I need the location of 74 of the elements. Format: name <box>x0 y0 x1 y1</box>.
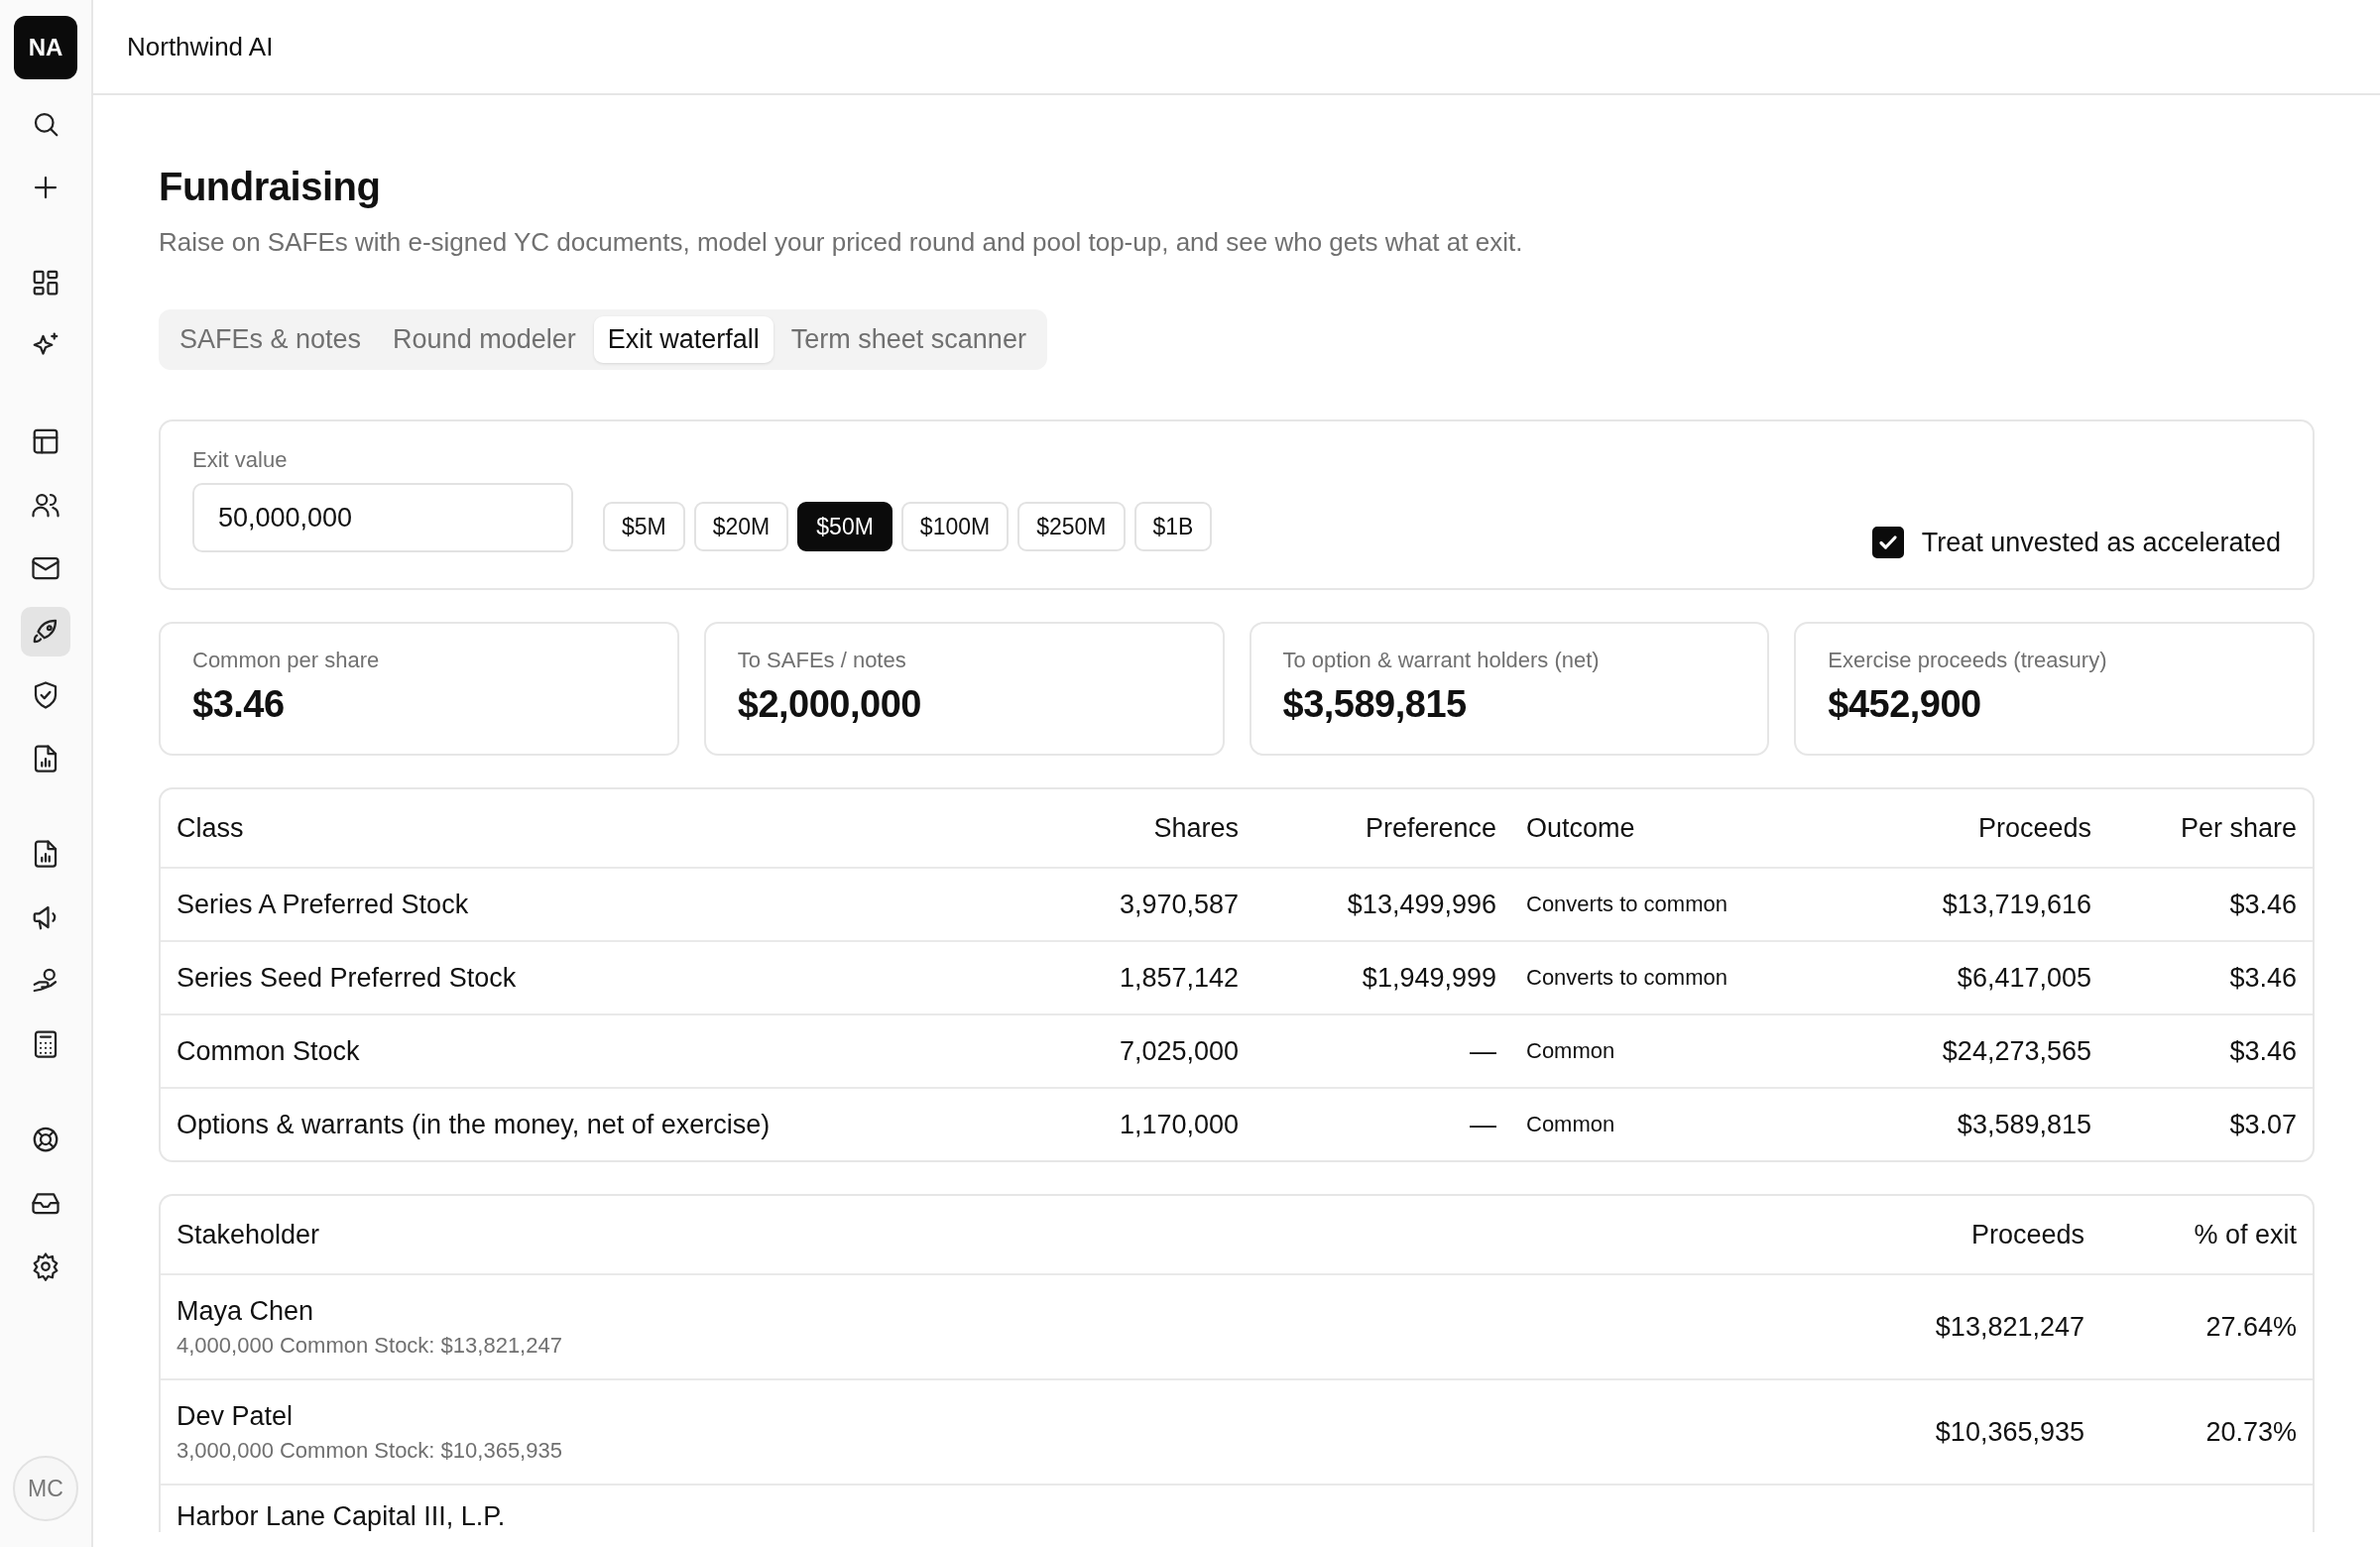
table-cell-text: $13,821,247 <box>1934 1311 2084 1343</box>
table-cell-text: $24,273,565 <box>1941 1035 2091 1067</box>
stakeholder-name: Harbor Lane Capital III, L.P. <box>177 1501 507 1532</box>
preset-button[interactable]: $20M <box>693 502 789 551</box>
preset-button[interactable]: $50M <box>797 502 892 551</box>
settings-icon <box>31 1251 60 1281</box>
table-icon <box>31 426 60 456</box>
checkbox[interactable] <box>1871 527 1904 558</box>
page-subtitle: Raise on SAFEs with e-signed YC documents, model your priced round and pool top-up, and see who gets what at exit. <box>159 227 1524 258</box>
table-cell-text: — <box>1469 1035 1496 1067</box>
stakeholder-detail: 4,000,000 Common Stock: $13,821,247 <box>177 1332 563 1359</box>
column-header: % of exit <box>2193 1219 2297 1250</box>
table-cell-text: 7,025,000 <box>1118 1035 1239 1067</box>
table-cell-text: 1,170,000 <box>1118 1109 1239 1140</box>
stat-label: Common per share <box>192 648 381 673</box>
tab[interactable]: Round modeler <box>379 316 590 363</box>
table-cell-text: $3.46 <box>2228 889 2297 920</box>
column-header: Proceeds <box>1969 1219 2084 1250</box>
exit-value-field[interactable]: 50,000,000 <box>192 483 573 552</box>
table-cell-text: $10,365,935 <box>1934 1416 2084 1448</box>
column-header: Proceeds <box>1976 812 2091 844</box>
table-cell-text: 20.73% <box>2204 1416 2297 1448</box>
stat-value: $3,589,815 <box>1282 683 1468 726</box>
stat-label: To option & warrant holders (net) <box>1282 648 1601 673</box>
stakeholder-name: Dev Patel <box>177 1400 295 1432</box>
table-cell-text: Series Seed Preferred Stock <box>177 962 518 994</box>
table-cell-text: $1,949,999 <box>1361 962 1496 994</box>
tab[interactable]: SAFEs & notes <box>166 316 376 363</box>
table-cell-text: 1,857,142 <box>1118 962 1239 994</box>
stat-value: $3.46 <box>192 683 286 726</box>
table-cell-text: 3,970,587 <box>1118 889 1239 920</box>
sidebar-button[interactable] <box>21 607 70 656</box>
column-header: Preference <box>1364 812 1496 844</box>
table-cell-text: Options & warrants (in the money, net of exercise) <box>177 1109 772 1140</box>
user-avatar[interactable]: MC <box>13 1456 78 1521</box>
stat-label: To SAFEs / notes <box>737 648 907 673</box>
workspace-logo[interactable]: NA <box>14 16 77 79</box>
table-cell-text: $6,417,005 <box>1956 962 2091 994</box>
workspace-name: Northwind AI <box>127 31 274 62</box>
lifebuoy-icon <box>31 1125 60 1154</box>
preset-button[interactable]: $250M <box>1017 502 1126 551</box>
page-title: Fundraising <box>159 165 382 209</box>
stakeholder-name: Maya Chen <box>177 1295 315 1327</box>
stat-value: $2,000,000 <box>737 683 922 726</box>
stat-value: $452,900 <box>1828 683 1982 726</box>
table-cell-text: $13,719,616 <box>1941 889 2091 920</box>
table-cell-text: $13,499,996 <box>1346 889 1496 920</box>
table-cell-text: $3.46 <box>2228 1035 2297 1067</box>
column-header: Stakeholder <box>177 1219 321 1250</box>
stat-label: Exercise proceeds (treasury) <box>1828 648 2108 673</box>
table-cell-text: $3.07 <box>2228 1109 2297 1140</box>
stakeholder-detail: 3,000,000 Common Stock: $10,365,935 <box>177 1437 563 1464</box>
table-cell-text: $3.46 <box>2228 962 2297 994</box>
column-header: Per share <box>2179 812 2297 844</box>
field-label: Exit value <box>192 447 289 473</box>
column-header: Class <box>177 812 245 844</box>
dashboard-icon <box>31 268 60 298</box>
tab[interactable]: Term sheet scanner <box>776 316 1040 363</box>
table-cell-text: Common <box>1525 1038 1616 1064</box>
table-cell-text: $3,589,815 <box>1956 1109 2091 1140</box>
column-header: Outcome <box>1525 812 1636 844</box>
table-cell-text: Common Stock <box>177 1035 361 1067</box>
table-cell-text: 27.64% <box>2204 1311 2297 1343</box>
preset-button[interactable]: $5M <box>603 502 685 551</box>
column-header: Shares <box>1152 812 1239 844</box>
table-cell-text: Converts to common <box>1525 892 1728 917</box>
preset-button[interactable]: $100M <box>900 502 1010 551</box>
preset-button[interactable]: $1B <box>1133 502 1213 551</box>
table-cell-text: Converts to common <box>1525 965 1728 991</box>
table-cell-text: Series A Preferred Stock <box>177 889 470 920</box>
table-cell-text: — <box>1469 1109 1496 1140</box>
table-cell-text: Common <box>1525 1112 1616 1137</box>
checkbox-label: Treat unvested as accelerated <box>1921 527 2281 558</box>
tab[interactable]: Exit waterfall <box>593 316 774 363</box>
